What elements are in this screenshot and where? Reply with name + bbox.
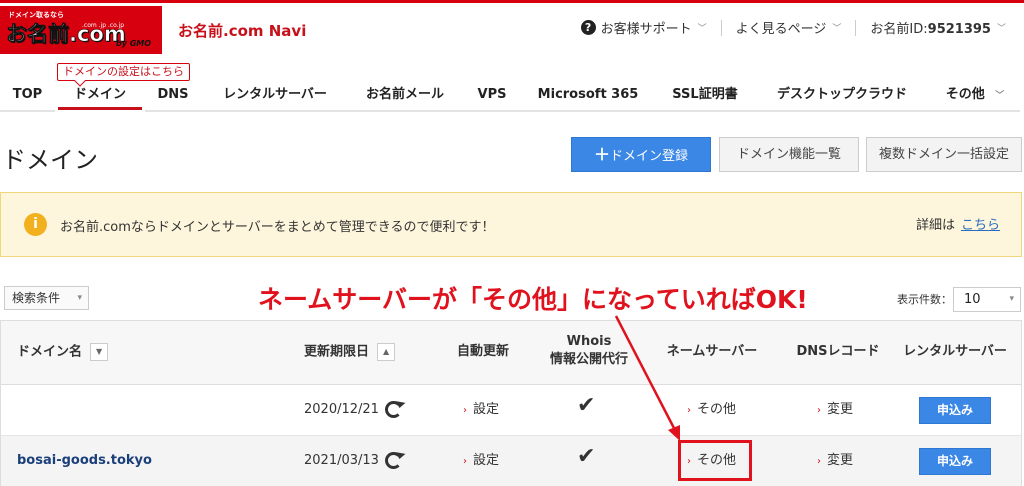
chevron-right-icon: › (817, 405, 821, 416)
header-menu: ? お客様サポート ﹀ よく見るページ ﹀ お名前ID:9521395 ﹀ (580, 18, 1006, 37)
search-condition-label: 検索条件 (12, 291, 61, 305)
col-whois: Whois 情報公開代行 (539, 333, 639, 369)
annotation-highlight-box (678, 440, 752, 481)
auto-renew-label: 設定 (473, 402, 500, 417)
col-expiry-label: 更新期限日 (304, 344, 370, 360)
notice-detail: 詳細は こちら (916, 214, 1000, 233)
per-page-value: 10 (964, 292, 981, 307)
user-id-label: お名前ID: (870, 22, 928, 37)
dns-link[interactable]: › 変更 (817, 451, 853, 472)
auto-renew-label: 設定 (473, 453, 500, 468)
chevron-down-icon: ﹀ (697, 24, 707, 34)
header-divider (720, 19, 722, 36)
col-server: レンタルサーバー (903, 344, 1007, 359)
per-page-select[interactable]: 10 ▾ (953, 287, 1021, 312)
auto-renew-link[interactable]: › 設定 (463, 400, 499, 421)
nav-other-label: その他 (945, 87, 985, 102)
bulk-settings-button[interactable]: 複数ドメイン一括設定 (866, 137, 1022, 172)
nav-mail[interactable]: お名前メール (350, 80, 460, 110)
apply-server-button[interactable]: 申込み (919, 448, 991, 475)
logo-tld: .com .jp .co.jp (82, 22, 125, 29)
per-page-label: 表示件数： (897, 293, 952, 306)
table-row: 2020/12/21 › 設定 ✔ › その他 › 変更 申込み (1, 385, 1021, 436)
logo-gmo: by GMO (116, 39, 152, 48)
nav-vps[interactable]: VPS (464, 80, 520, 110)
nav-underline (145, 110, 1020, 112)
renew-icon[interactable] (384, 452, 402, 469)
nav-desktop-cloud[interactable]: デスクトップクラウド (758, 80, 926, 110)
search-condition-dropdown[interactable]: 検索条件 ▾ (4, 286, 89, 310)
plus-icon: ＋ (593, 145, 610, 164)
table-header: ドメイン名 ▼ 更新期限日 ▲ 自動更新 Whois 情報公開代行 ネームサーバー D… (1, 321, 1021, 385)
annotation-callout: ネームサーバーが「その他」になっていればOK! (258, 285, 808, 314)
chevron-right-icon: › (463, 405, 467, 416)
notice-detail-prefix: 詳細は (915, 218, 955, 233)
col-domain: ドメイン名 ▼ (17, 343, 109, 362)
main-nav: TOP ドメイン DNS レンタルサーバー お名前メール VPS Microso… (0, 80, 1024, 112)
whois-check-icon: ✔ (577, 444, 596, 469)
chevron-down-icon: ▾ (77, 293, 82, 303)
info-icon: i (24, 213, 47, 236)
col-whois-line2: 情報公開代行 (549, 352, 628, 367)
dns-link[interactable]: › 変更 (817, 400, 853, 421)
nav-top[interactable]: TOP (0, 80, 55, 110)
renew-icon[interactable] (384, 401, 402, 418)
chevron-right-icon: › (463, 456, 467, 467)
nav-underline (0, 110, 55, 112)
table-row: bosai-goods.tokyo 2021/03/13 › 設定 ✔ › その他 … (1, 436, 1021, 486)
header-divider (855, 19, 857, 36)
user-id-value: 9521395 (927, 22, 991, 37)
dns-label: 変更 (827, 402, 854, 417)
help-icon: ? (580, 20, 596, 35)
nav-microsoft365[interactable]: Microsoft 365 (524, 80, 652, 110)
nav-dns[interactable]: DNS (145, 80, 201, 110)
col-domain-label: ドメイン名 (17, 344, 83, 360)
user-id-menu[interactable]: お名前ID:9521395 (870, 18, 991, 37)
nav-other[interactable]: その他 ﹀ (930, 80, 1020, 110)
chevron-right-icon: › (817, 456, 821, 467)
support-menu[interactable]: お客様サポート (601, 18, 692, 37)
nameserver-link[interactable]: › その他 (687, 400, 736, 421)
whois-check-icon: ✔ (577, 393, 596, 418)
col-auto-renew: 自動更新 (456, 344, 509, 359)
nav-rental-server[interactable]: レンタルサーバー (206, 80, 344, 110)
page-title: ドメイン (2, 146, 98, 174)
faq-menu[interactable]: よく見るページ (736, 18, 827, 37)
nav-domain[interactable]: ドメイン (58, 80, 142, 110)
col-expiry: 更新期限日 ▲ (304, 343, 396, 362)
notice-detail-link[interactable]: こちら (961, 218, 1000, 233)
auto-renew-link[interactable]: › 設定 (463, 451, 499, 472)
sort-domain-icon[interactable]: ▼ (90, 343, 109, 361)
expiry-date: 2021/03/13 (304, 451, 402, 471)
chevron-down-icon: ▾ (1009, 294, 1014, 304)
domain-settings-tooltip: ドメインの設定はこちら (57, 63, 190, 81)
navi-title[interactable]: お名前.com Navi (178, 20, 306, 41)
col-nameserver: ネームサーバー (666, 344, 758, 359)
chevron-down-icon: ﹀ (995, 91, 1005, 101)
chevron-down-icon: ﹀ (996, 24, 1006, 34)
expiry-date-text: 2020/12/21 (304, 402, 379, 417)
expiry-date: 2020/12/21 (304, 400, 402, 420)
info-notice: i お名前.comならドメインとサーバーをまとめて管理できるので便利です！ 詳細… (0, 192, 1022, 257)
expiry-date-text: 2021/03/13 (304, 453, 379, 468)
domain-name[interactable]: bosai-goods.tokyo (17, 451, 152, 471)
nameserver-label: その他 (697, 402, 737, 417)
notice-message: お名前.comならドメインとサーバーをまとめて管理できるので便利です！ (60, 220, 495, 235)
chevron-right-icon: › (687, 405, 691, 416)
nav-ssl[interactable]: SSL証明書 (656, 80, 754, 110)
domain-table: ドメイン名 ▼ 更新期限日 ▲ 自動更新 Whois 情報公開代行 ネームサーバー D… (0, 320, 1022, 486)
apply-server-button[interactable]: 申込み (919, 397, 991, 424)
sort-expiry-icon[interactable]: ▲ (377, 343, 396, 361)
col-dns: DNSレコード (796, 344, 880, 359)
col-whois-line1: Whois (566, 334, 612, 349)
chevron-down-icon: ﹀ (832, 24, 842, 34)
register-domain-button[interactable]: ＋ドメイン登録 (571, 137, 711, 172)
top-header: ドメイン取るなら お名前.com .com .jp .co.jp by GMO … (0, 0, 1024, 54)
register-domain-label: ドメイン登録 (610, 149, 689, 164)
domain-features-button[interactable]: ドメイン機能一覧 (719, 137, 859, 172)
dns-label: 変更 (827, 453, 854, 468)
onamae-logo[interactable]: ドメイン取るなら お名前.com .com .jp .co.jp by GMO (0, 6, 162, 54)
